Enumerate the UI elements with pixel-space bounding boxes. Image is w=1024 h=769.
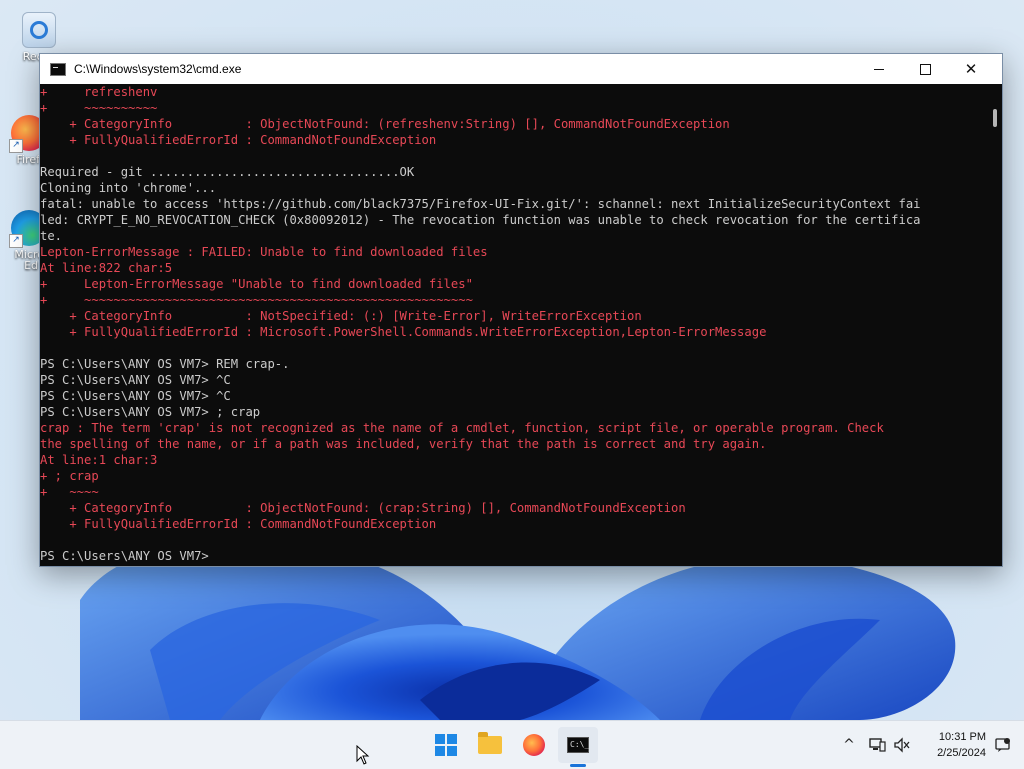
clock-date: 2/25/2024 xyxy=(937,747,986,759)
console-line: PS C:\Users\ANY OS VM7> REM crap-. xyxy=(40,357,290,371)
console-line: Cloning into 'chrome'... xyxy=(40,181,217,195)
console-line: + ~~~~ xyxy=(40,485,99,499)
folder-icon xyxy=(478,732,502,754)
notifications-button[interactable] xyxy=(988,721,1018,769)
close-button[interactable]: ✕ xyxy=(948,54,994,84)
console-line: Required - git .........................… xyxy=(40,165,415,179)
command-prompt-taskbar-button[interactable]: C:\_ xyxy=(558,727,598,763)
volume-button[interactable] xyxy=(890,721,914,769)
network-status-button[interactable] xyxy=(864,721,890,769)
console-line: + FullyQualifiedErrorId : CommandNotFoun… xyxy=(40,517,437,531)
console-line: At line:822 char:5 xyxy=(40,261,173,275)
maximize-icon xyxy=(919,63,931,75)
console-line: PS C:\Users\ANY OS VM7> xyxy=(40,549,209,563)
console-line: At line:1 char:3 xyxy=(40,453,158,467)
minimize-icon xyxy=(874,68,884,70)
console-line: + refreshenv xyxy=(40,85,158,99)
console-line: the spelling of the name, or if a path w… xyxy=(40,437,767,451)
console-line: + Lepton-ErrorMessage "Unable to find do… xyxy=(40,277,473,291)
console-line: fatal: unable to access 'https://github.… xyxy=(40,197,921,211)
console-line: + CategoryInfo : ObjectNotFound: (crap:S… xyxy=(40,501,686,515)
console-line: + CategoryInfo : ObjectNotFound: (refres… xyxy=(40,117,730,131)
console-line: PS C:\Users\ANY OS VM7> ^C xyxy=(40,389,231,403)
console-line: PS C:\Users\ANY OS VM7> ^C xyxy=(40,373,231,387)
scrollbar-thumb[interactable] xyxy=(993,109,997,127)
show-hidden-icons-button[interactable]: ^ xyxy=(836,721,862,769)
system-clock[interactable]: 10:31 PM 2/25/2024 xyxy=(916,729,986,761)
console-line: + ~~~~~~~~~~~~~~~~~~~~~~~~~~~~~~~~~~~~~~… xyxy=(40,293,473,307)
firefox-icon xyxy=(523,734,545,756)
file-explorer-button[interactable] xyxy=(470,727,510,763)
shortcut-arrow-icon: ↗ xyxy=(9,139,23,153)
console-line: + ; crap xyxy=(40,469,99,483)
cmd-window[interactable]: C:\Windows\system32\cmd.exe ✕ + refreshe… xyxy=(39,53,1003,567)
window-titlebar[interactable]: C:\Windows\system32\cmd.exe ✕ xyxy=(40,54,1002,84)
window-title: C:\Windows\system32\cmd.exe xyxy=(74,62,242,76)
console-line: led: CRYPT_E_NO_REVOCATION_CHECK (0x8009… xyxy=(40,213,921,227)
minimize-button[interactable] xyxy=(856,54,902,84)
chevron-up-icon: ^ xyxy=(843,737,855,753)
recycle-bin-icon xyxy=(22,12,56,48)
windows-logo-icon xyxy=(435,734,457,756)
cmd-app-icon xyxy=(50,62,66,76)
console-line: + FullyQualifiedErrorId : CommandNotFoun… xyxy=(40,133,437,147)
start-button[interactable] xyxy=(426,727,466,763)
console-output[interactable]: + refreshenv + ~~~~~~~~~~ + CategoryInfo … xyxy=(40,84,988,564)
shortcut-arrow-icon: ↗ xyxy=(9,234,23,248)
console-line: + ~~~~~~~~~~ xyxy=(40,101,158,115)
terminal-icon: C:\_ xyxy=(567,737,589,753)
taskbar: C:\_ ^ 10:31 PM 2/25/2024 xyxy=(0,720,1024,769)
active-app-indicator xyxy=(570,764,586,767)
console-line: crap : The term 'crap' is not recognized… xyxy=(40,421,884,435)
mouse-cursor-icon xyxy=(356,745,370,765)
close-icon: ✕ xyxy=(964,60,978,78)
vertical-scrollbar[interactable] xyxy=(988,84,1002,564)
console-line: + CategoryInfo : NotSpecified: (:) [Writ… xyxy=(40,309,642,323)
clock-time: 10:31 PM xyxy=(938,731,986,743)
notification-bell-icon xyxy=(995,738,1010,752)
console-line: Lepton-ErrorMessage : FAILED: Unable to … xyxy=(40,245,488,259)
console-line: + FullyQualifiedErrorId : Microsoft.Powe… xyxy=(40,325,767,339)
console-line: te. xyxy=(40,229,63,243)
console-line: PS C:\Users\ANY OS VM7> ; crap xyxy=(40,405,261,419)
firefox-taskbar-button[interactable] xyxy=(514,727,554,763)
maximize-button[interactable] xyxy=(902,54,948,84)
network-icon xyxy=(869,738,886,752)
speaker-muted-icon xyxy=(894,737,910,753)
